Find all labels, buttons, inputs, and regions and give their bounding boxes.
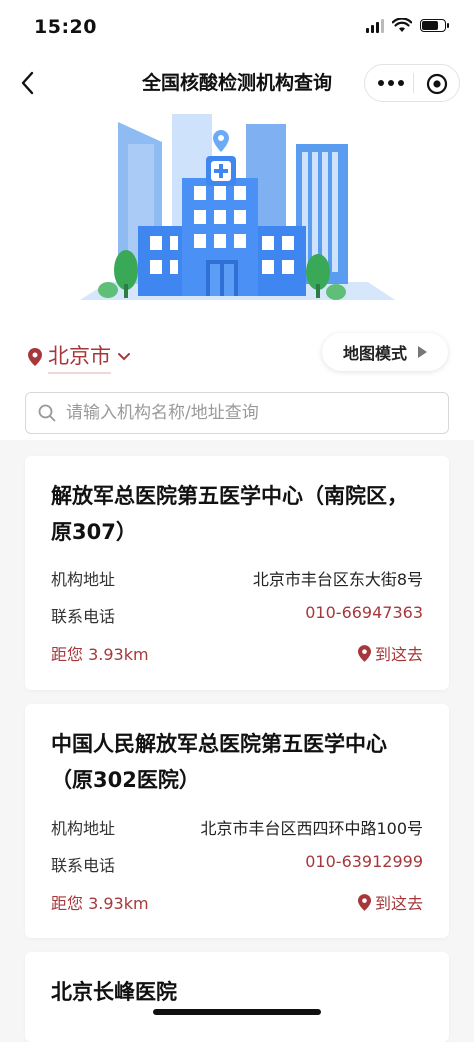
search-icon: [38, 404, 56, 422]
map-mode-button[interactable]: 地图模式: [322, 333, 448, 371]
more-icon[interactable]: [378, 80, 404, 86]
hospital-illustration: [80, 114, 395, 300]
status-bar: 15:20: [0, 0, 474, 52]
map-mode-label: 地图模式: [342, 344, 407, 363]
play-arrow-icon: [418, 346, 427, 358]
phone-label: 联系电话: [51, 607, 116, 626]
address-row: 机构地址 北京市丰台区西四环中路100号: [51, 815, 423, 839]
search-input[interactable]: [64, 402, 428, 424]
institution-name: 解放军总医院第五医学中心（南院区，原307）: [51, 484, 408, 544]
city-label: 北京市: [48, 340, 111, 374]
phone-label: 联系电话: [51, 856, 116, 875]
institution-name: 中国人民解放军总医院第五医学中心（原302医院）: [51, 732, 387, 792]
phone-row: 联系电话 010-66947363: [51, 603, 423, 627]
city-selector[interactable]: 北京市: [28, 340, 131, 374]
chevron-down-icon: [118, 353, 130, 361]
battery-icon: [420, 19, 449, 32]
wifi-icon: [392, 18, 412, 32]
hero-banner: [0, 114, 474, 320]
close-target-icon[interactable]: [426, 73, 448, 95]
mini-program-capsule: [364, 64, 460, 102]
phone-link[interactable]: 010-63912999: [305, 852, 423, 871]
search-box[interactable]: [25, 392, 449, 434]
location-pin-icon: [357, 644, 371, 662]
distance-text: 距您 3.93km: [51, 645, 149, 664]
address-label: 机构地址: [51, 570, 116, 589]
phone-row: 联系电话 010-63912999: [51, 852, 423, 876]
distance-row: 距您 3.93km 到这去: [51, 641, 423, 665]
phone-link[interactable]: 010-66947363: [305, 603, 423, 622]
institution-name: 北京长峰医院: [51, 980, 177, 1004]
address-value: 北京市丰台区东大街8号: [252, 570, 423, 589]
cellular-signal-icon: [366, 18, 384, 33]
location-pin-icon: [357, 893, 371, 911]
nav-bar: 全国核酸检测机构查询: [0, 52, 474, 114]
location-pin-icon: [28, 348, 42, 366]
address-row: 机构地址 北京市丰台区东大街8号: [51, 566, 423, 590]
navigate-button[interactable]: 到这去: [357, 890, 423, 914]
navigate-label: 到这去: [374, 894, 423, 913]
institution-card[interactable]: 北京长峰医院: [25, 952, 449, 1042]
address-label: 机构地址: [51, 819, 116, 838]
distance-text: 距您 3.93km: [51, 894, 149, 913]
institution-card[interactable]: 解放军总医院第五医学中心（南院区，原307） 机构地址 北京市丰台区东大街8号 …: [25, 456, 449, 690]
address-value: 北京市丰台区西四环中路100号: [200, 819, 423, 838]
institution-card[interactable]: 中国人民解放军总医院第五医学中心（原302医院） 机构地址 北京市丰台区西四环中…: [25, 704, 449, 938]
status-time: 15:20: [34, 16, 97, 38]
navigate-button[interactable]: 到这去: [357, 641, 423, 665]
home-indicator: [153, 1009, 321, 1015]
navigate-label: 到这去: [374, 645, 423, 664]
status-icons: [366, 18, 449, 33]
distance-row: 距您 3.93km 到这去: [51, 890, 423, 914]
